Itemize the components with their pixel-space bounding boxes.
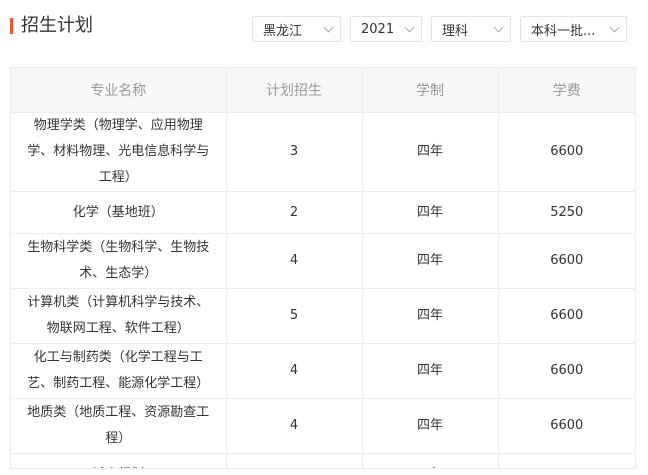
chevron-down-icon	[493, 22, 504, 32]
table-row: 物理学类（物理学、应用物理学、材料物理、光电信息科学与工程） 3 四年 6600	[11, 112, 635, 192]
table-row: 地质类（地质工程、资源勘查工程） 4 四年 6600	[11, 398, 635, 454]
page-header: 招生计划 黑龙江 2021 理科 本科一批...	[0, 0, 648, 60]
major-name: 地质类（地质工程、资源勘查工程）	[11, 398, 227, 454]
filter-bar: 黑龙江 2021 理科 本科一批...	[252, 16, 627, 42]
column-header-fee: 学费	[498, 68, 635, 113]
chevron-down-icon	[404, 22, 415, 32]
tuition-fee: 6600	[498, 398, 635, 454]
major-name: 物理学类（物理学、应用物理学、材料物理、光电信息科学与工程）	[11, 112, 227, 192]
plan-count: 2	[226, 453, 363, 468]
table-row: 生物科学类（生物科学、生物技术、生态学） 4 四年 6600	[11, 233, 635, 289]
study-duration: 四年	[362, 288, 499, 344]
year-select-value: 2021	[361, 21, 395, 37]
table-row: 计算机类（计算机科学与技术、物联网工程、软件工程） 5 四年 6600	[11, 288, 635, 344]
plan-count: 5	[226, 288, 363, 344]
plan-count: 3	[226, 112, 363, 192]
tuition-fee: 6600	[498, 343, 635, 399]
study-duration: 四年	[362, 191, 499, 234]
study-duration: 四年	[362, 233, 499, 289]
batch-select[interactable]: 本科一批...	[520, 16, 627, 42]
study-duration: 四年	[362, 398, 499, 454]
plan-count: 4	[226, 233, 363, 289]
table-header-row: 专业名称 计划招生 学制 学费	[11, 68, 635, 113]
column-header-plan: 计划招生	[226, 68, 363, 113]
study-duration: 四年	[362, 112, 499, 192]
tuition-fee: 6600	[498, 112, 635, 192]
major-name: 化工与制药类（化学工程与工艺、制药工程、能源化学工程）	[11, 343, 227, 399]
table-row: 化工与制药类（化学工程与工艺、制药工程、能源化学工程） 4 四年 6600	[11, 343, 635, 399]
study-duration: 五年	[362, 453, 499, 468]
tuition-fee: 6600	[498, 288, 635, 344]
plan-count: 4	[226, 398, 363, 454]
subject-select-value: 理科	[442, 23, 469, 39]
province-select-value: 黑龙江	[263, 23, 303, 39]
chevron-down-icon	[609, 22, 620, 32]
year-select[interactable]: 2021	[350, 16, 422, 42]
table-row: 化学（基地班） 2 四年 5250	[11, 191, 635, 234]
subject-select[interactable]: 理科	[431, 16, 511, 42]
tuition-fee: 6600	[498, 454, 635, 469]
chevron-down-icon	[323, 22, 334, 32]
column-header-duration: 学制	[362, 68, 499, 113]
major-name: 生物科学类（生物科学、生物技术、生态学）	[11, 233, 227, 289]
major-name: 化学（基地班）	[11, 191, 227, 234]
table-row: 城乡规划 2 五年 6600	[11, 453, 635, 469]
study-duration: 四年	[362, 343, 499, 399]
major-name: 计算机类（计算机科学与技术、物联网工程、软件工程）	[11, 288, 227, 344]
tuition-fee: 5250	[498, 191, 635, 234]
plan-count: 2	[226, 191, 363, 234]
title-accent-bar	[10, 18, 13, 34]
page-title: 招生计划	[21, 15, 93, 36]
enrollment-plan-table: 专业名称 计划招生 学制 学费 物理学类（物理学、应用物理学、材料物理、光电信息…	[10, 67, 636, 469]
column-header-major: 专业名称	[11, 68, 227, 113]
province-select[interactable]: 黑龙江	[252, 16, 341, 42]
plan-count: 4	[226, 343, 363, 399]
tuition-fee: 6600	[498, 233, 635, 289]
batch-select-value: 本科一批...	[531, 23, 596, 39]
major-name: 城乡规划	[11, 453, 227, 468]
